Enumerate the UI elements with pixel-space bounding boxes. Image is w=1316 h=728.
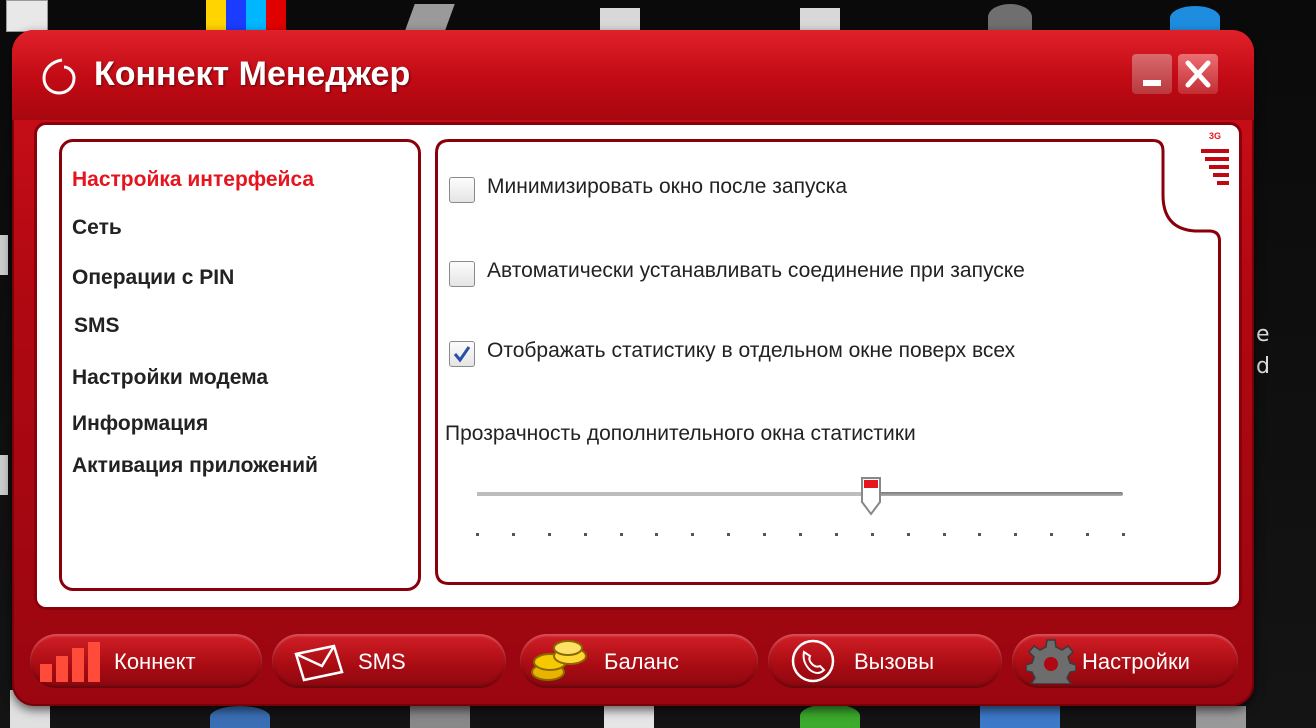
window-title: Коннект Менеджер — [94, 55, 411, 93]
desktop-text-fragment: e — [1256, 322, 1270, 347]
transparency-slider-fill — [477, 492, 872, 496]
gear-icon — [1026, 639, 1076, 684]
minimize-button[interactable] — [1132, 54, 1172, 94]
slider-tick — [1050, 533, 1054, 536]
signal-indicator: 3G — [1187, 125, 1239, 211]
settings-panel: Настройка интерфейса Сеть Операции с PIN… — [34, 122, 1242, 610]
calls-button-label: Вызовы — [854, 649, 935, 674]
desktop-icon-bottom-4[interactable] — [604, 704, 654, 728]
desktop-icon-bottom-7[interactable] — [1196, 706, 1246, 728]
slider-tick — [691, 533, 695, 536]
connect-manager-window: Коннект Менеджер Настройка интерфейса Се… — [12, 30, 1254, 706]
checkbox-auto-connect[interactable] — [449, 261, 475, 287]
nav-item-pin[interactable]: Операции с PIN — [72, 266, 234, 290]
transparency-label: Прозрачность дополнительного окна статис… — [445, 422, 916, 445]
desktop-icon-palette[interactable] — [206, 0, 286, 30]
slider-tick — [655, 533, 659, 536]
slider-tick — [547, 533, 551, 536]
network-type-label: 3G — [1209, 131, 1222, 141]
nav-item-sms[interactable]: SMS — [74, 314, 120, 338]
desktop-icon-left-edge-2[interactable] — [0, 455, 8, 495]
desktop-icon-media[interactable] — [988, 4, 1032, 30]
slider-ticks — [476, 533, 1125, 539]
desktop-icon-bottom-3[interactable] — [410, 706, 470, 728]
desktop-icon-bottom-2[interactable] — [210, 706, 270, 728]
close-button[interactable] — [1178, 54, 1218, 94]
desktop-icon-left-edge[interactable] — [0, 235, 8, 275]
desktop-icon-document[interactable] — [405, 4, 455, 30]
nav-item-app-activation[interactable]: Активация приложений — [72, 454, 318, 478]
slider-tick — [834, 533, 838, 536]
settings-button-label: Настройки — [1082, 649, 1190, 674]
slider-tick — [870, 533, 874, 536]
slider-tick — [1014, 533, 1018, 536]
slider-tick — [727, 533, 731, 536]
nav-item-modem[interactable]: Настройки модема — [72, 366, 268, 390]
connect-button[interactable]: Коннект — [30, 634, 262, 688]
slider-tick — [978, 533, 982, 536]
option-label: Минимизировать окно после запуска — [487, 175, 848, 198]
option-label: Отображать статистику в отдельном окне п… — [487, 339, 1016, 362]
option-minimize-after-start[interactable]: Минимизировать окно после запуска — [449, 175, 1069, 205]
slider-tick — [906, 533, 910, 536]
calls-button[interactable]: Вызовы — [768, 634, 1002, 688]
slider-tick — [511, 533, 515, 536]
phone-icon — [791, 639, 835, 683]
slider-tick — [583, 533, 587, 536]
option-label: Автоматически устанавливать соединение п… — [487, 259, 1025, 282]
balance-button-label: Баланс — [604, 649, 679, 674]
interface-settings-content: Минимизировать окно после запуска Автома… — [435, 139, 1221, 585]
settings-navigation: Настройка интерфейса Сеть Операции с PIN… — [59, 139, 421, 591]
connect-button-label: Коннект — [114, 649, 196, 674]
balance-button[interactable]: Баланс — [520, 634, 758, 688]
checkmark-icon — [453, 346, 471, 363]
nav-item-network[interactable]: Сеть — [72, 216, 122, 240]
transparency-slider-thumb[interactable] — [860, 476, 882, 516]
settings-button[interactable]: Настройки — [1012, 634, 1238, 688]
desktop-icon-bottom-6[interactable] — [980, 706, 1060, 728]
bottom-navigation-bar: Коннект SMS Баланс Вызовы Настройки — [12, 622, 1254, 706]
option-auto-connect[interactable]: Автоматически устанавливать соединение п… — [449, 259, 1219, 289]
signal-bars-icon — [1201, 149, 1229, 185]
transparency-slider-track[interactable] — [477, 492, 1123, 496]
nav-item-interface[interactable]: Настройка интерфейса — [72, 168, 314, 192]
option-stats-on-top[interactable]: Отображать статистику в отдельном окне п… — [449, 339, 1219, 369]
coins-icon — [531, 640, 587, 681]
slider-tick — [763, 533, 767, 536]
slider-tick — [1086, 533, 1090, 536]
connect-bars-icon — [40, 642, 100, 682]
desktop-icon-bottom-5[interactable] — [800, 704, 860, 728]
desktop-text-fragment: d — [1256, 354, 1270, 379]
slider-tick — [799, 533, 802, 536]
close-icon — [1185, 60, 1211, 88]
desktop-icon-file-2[interactable] — [800, 8, 840, 30]
envelope-icon — [294, 644, 344, 682]
vodafone-logo-icon — [42, 58, 76, 95]
sms-button-label: SMS — [358, 649, 406, 674]
slider-tick — [476, 533, 479, 536]
title-bar[interactable]: Коннект Менеджер — [12, 30, 1254, 120]
nav-item-information[interactable]: Информация — [72, 412, 208, 436]
slider-tick — [942, 533, 946, 536]
checkbox-minimize[interactable] — [449, 177, 475, 203]
checkbox-stats-on-top[interactable] — [449, 341, 475, 367]
desktop-icon-spreadsheet[interactable] — [6, 0, 48, 32]
slider-tick — [1122, 533, 1125, 536]
slider-tick — [619, 533, 623, 536]
desktop-icon-file[interactable] — [600, 8, 640, 30]
desktop-icon-browser[interactable] — [1170, 6, 1220, 30]
sms-button[interactable]: SMS — [272, 634, 506, 688]
